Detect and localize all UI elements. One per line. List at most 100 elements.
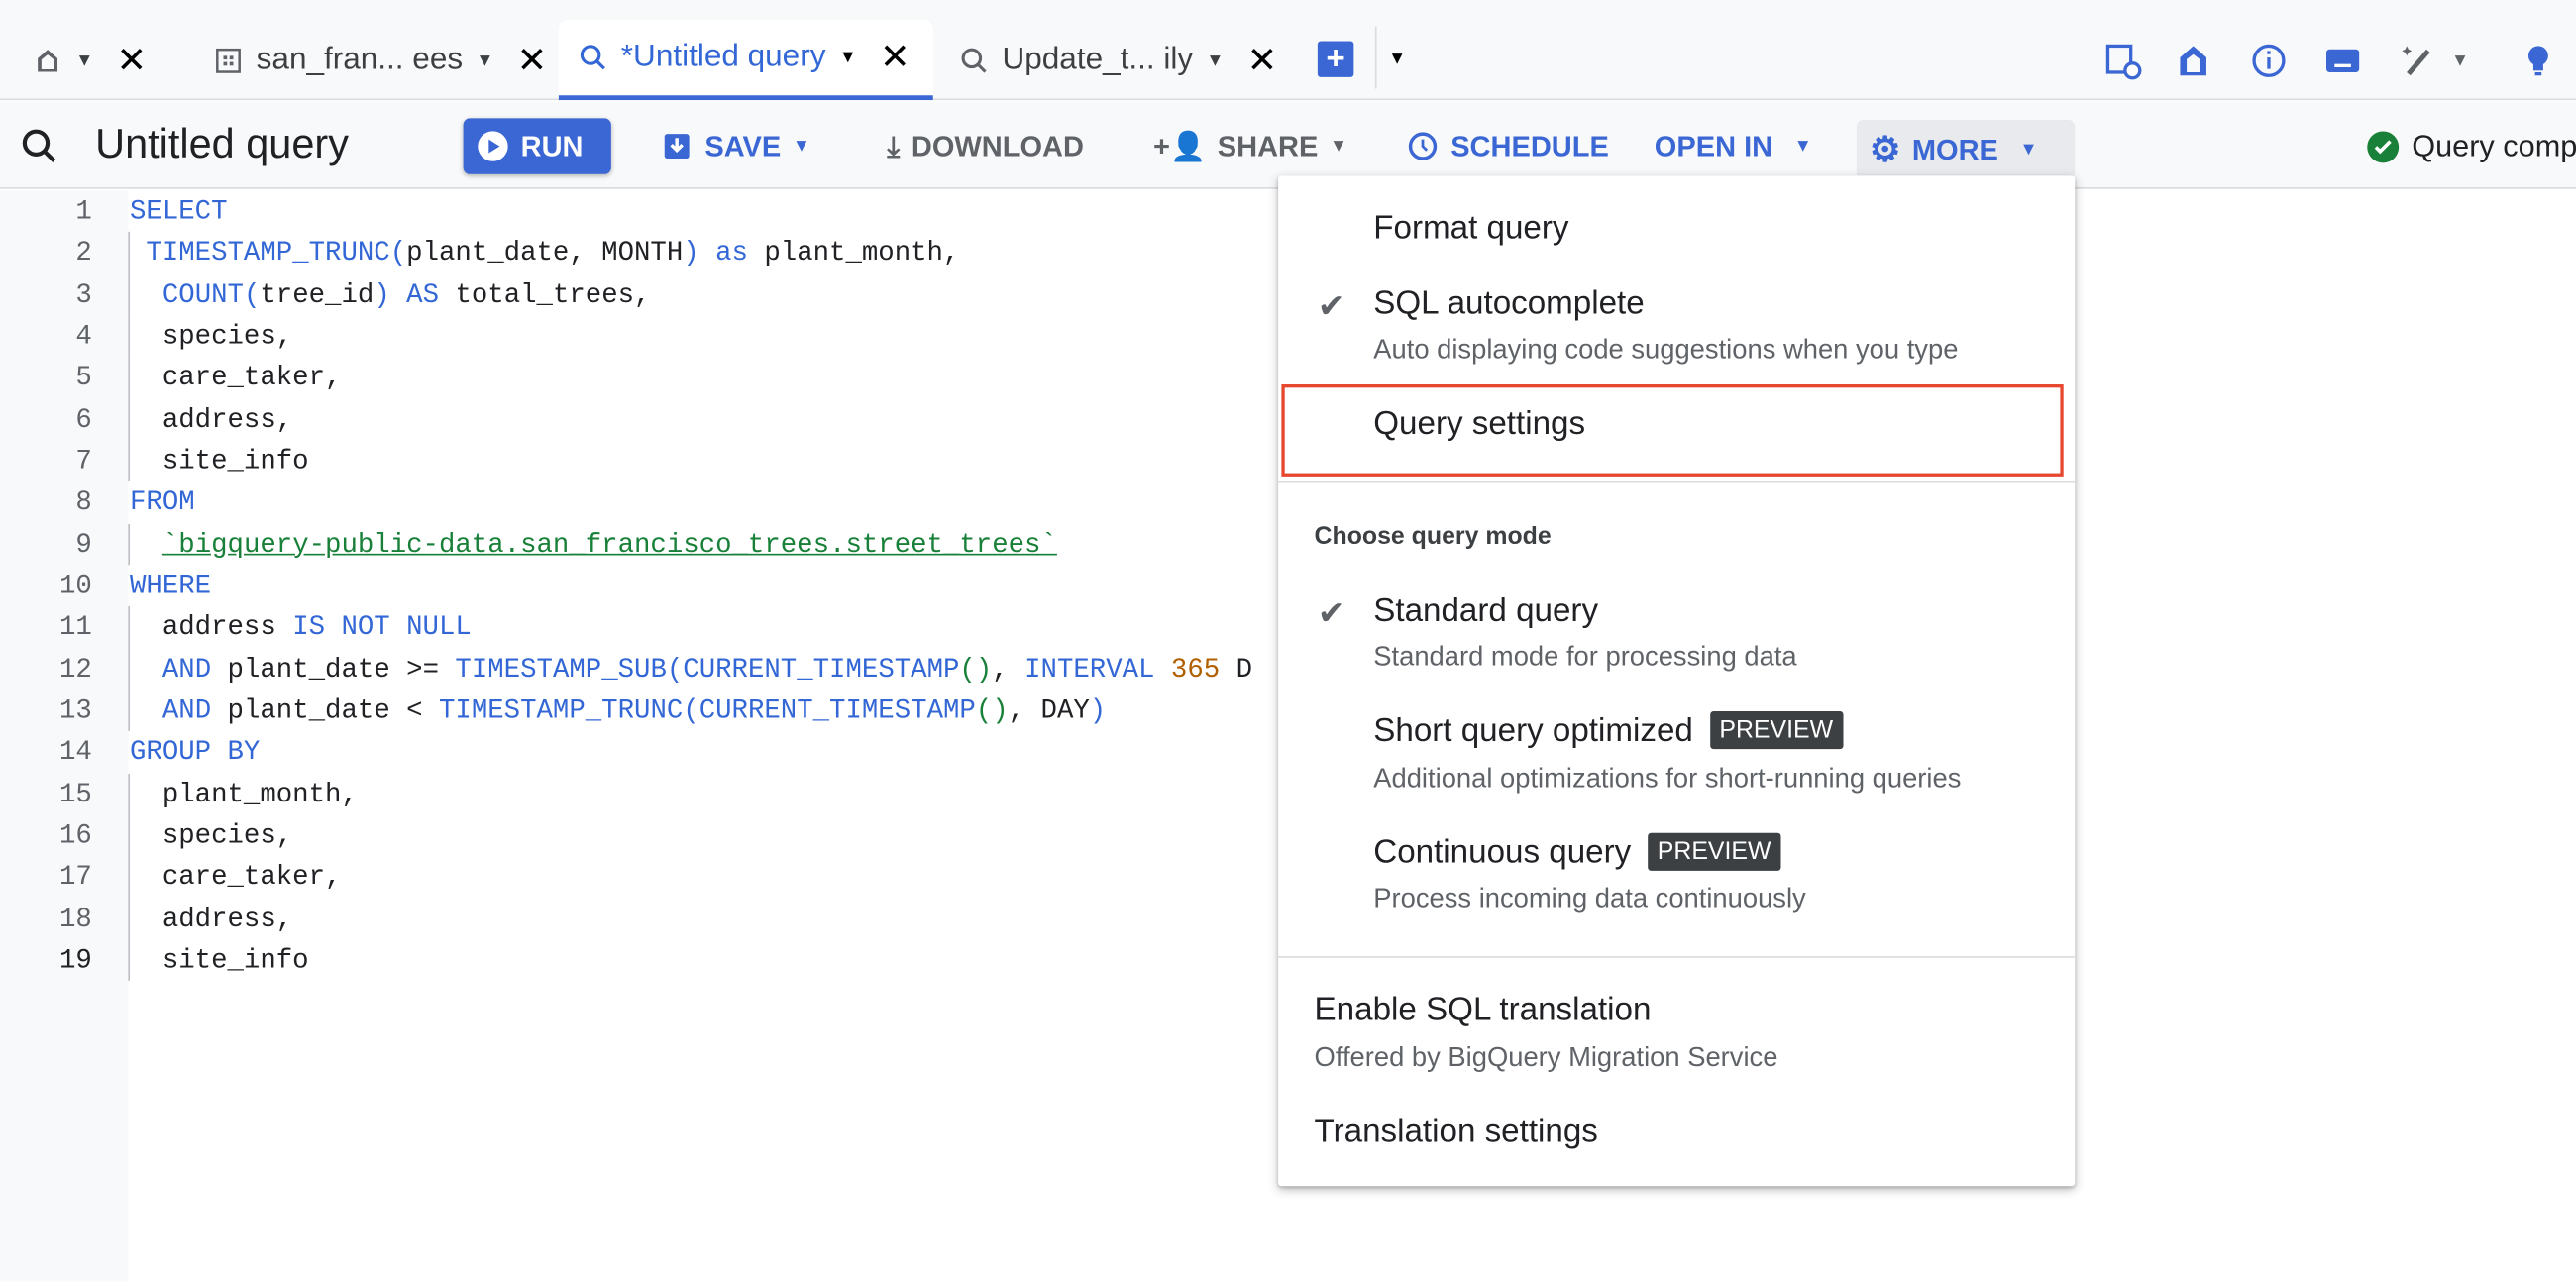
code-line[interactable]: 2 TIMESTAMP_TRUNC(plant_date, MONTH) as …	[0, 232, 1478, 274]
check-icon: ✔	[1317, 595, 1345, 633]
schedule-label: SCHEDULE	[1450, 129, 1609, 162]
code-token: GROUP BY	[129, 736, 261, 768]
tab-menu-icon[interactable]: ▼	[1206, 51, 1224, 70]
more-label: MORE	[1911, 132, 1998, 165]
code-token: IS NOT NULL	[292, 611, 472, 643]
menu-item-short-query[interactable]: Short query optimized PREVIEW	[1373, 711, 1844, 751]
close-tab-icon[interactable]: ✕	[117, 39, 148, 81]
divider	[1374, 26, 1377, 89]
more-button[interactable]: ⚙ MORE ▼	[1856, 120, 2076, 179]
tab-menu-icon[interactable]: ▼	[75, 51, 93, 70]
query-icon	[579, 43, 608, 72]
menu-section-header: Choose query mode	[1314, 522, 1552, 551]
run-button[interactable]: RUN	[463, 118, 611, 174]
menu-item-enable-sql-translation[interactable]: Enable SQL translation	[1315, 993, 1652, 1030]
menu-divider	[1278, 481, 2076, 483]
code-line[interactable]: 5 care_taker,	[0, 357, 1478, 399]
code-line[interactable]: 8 FROM	[0, 481, 1478, 523]
code-line[interactable]: 3 COUNT(tree_id) AS total_trees,	[0, 273, 1478, 316]
code-text: TIMESTAMP_TRUNC(plant_date, MONTH) as pl…	[130, 232, 959, 273]
ai-pen-icon[interactable]	[2399, 41, 2438, 80]
menu-item-standard-query[interactable]: Standard query	[1373, 593, 1598, 631]
home-icon[interactable]	[2174, 41, 2213, 80]
code-token: plant_month,	[764, 237, 960, 268]
code-line[interactable]: 6 address,	[0, 398, 1478, 441]
code-text: COUNT(tree_id) AS total_trees,	[130, 273, 651, 315]
code-token: COUNT(	[161, 278, 261, 310]
code-line[interactable]: 15 plant_month,	[0, 773, 1478, 815]
line-number: 1	[75, 195, 92, 227]
menu-item-translation-settings[interactable]: Translation settings	[1315, 1114, 1598, 1151]
tab-update-query[interactable]: Update_t... ily ▼ ✕	[939, 20, 1297, 100]
menu-item-query-settings[interactable]: Query settings	[1373, 406, 1585, 444]
code-text: AND plant_date >= TIMESTAMP_SUB(CURRENT_…	[130, 648, 1252, 690]
code-line[interactable]: 1 SELECT	[0, 190, 1478, 232]
code-line[interactable]: 11 address IS NOT NULL	[0, 606, 1478, 649]
download-button[interactable]: ⤓ DOWNLOAD	[874, 118, 1097, 173]
lightbulb-icon[interactable]	[2519, 41, 2558, 80]
code-line[interactable]: 4 species,	[0, 315, 1478, 358]
close-tab-icon[interactable]: ✕	[517, 39, 548, 81]
status-text: Query compl	[2412, 128, 2576, 163]
code-token: as	[698, 237, 765, 268]
menu-item-format-query[interactable]: Format query	[1373, 210, 1568, 248]
table-icon	[214, 46, 244, 75]
tab-untitled-query[interactable]: *Untitled query ▼ ✕	[558, 19, 933, 101]
close-tab-icon[interactable]: ✕	[880, 36, 911, 78]
menu-item-description: Standard mode for processing data	[1373, 642, 1797, 673]
menu-item-description: Additional optimizations for short-runni…	[1373, 764, 1962, 794]
play-icon	[477, 130, 509, 162]
new-tab-plus-icon[interactable]: +	[1317, 41, 1354, 77]
menu-item-continuous-query[interactable]: Continuous query PREVIEW	[1373, 832, 1781, 873]
close-tab-icon[interactable]: ✕	[1247, 39, 1278, 81]
schedule-button[interactable]: SCHEDULE	[1393, 118, 1622, 173]
code-token: AND	[161, 694, 212, 726]
menu-item-description: Offered by BigQuery Migration Service	[1314, 1042, 1778, 1073]
tab-menu-icon[interactable]: ▼	[839, 48, 857, 67]
ai-menu-icon[interactable]: ▼	[2451, 51, 2469, 70]
code-line[interactable]: 16 species,	[0, 814, 1478, 857]
info-icon[interactable]	[2249, 41, 2289, 80]
code-line[interactable]: 7 site_info	[0, 440, 1478, 482]
tab-menu-icon[interactable]: ▼	[476, 51, 493, 70]
open-in-button[interactable]: OPEN IN ▼	[1642, 118, 1825, 173]
code-text: care_taker,	[130, 357, 342, 398]
code-line[interactable]: 19 site_info	[0, 939, 1478, 982]
tabs-overflow-icon[interactable]: ▼	[1388, 50, 1406, 69]
line-number: 9	[75, 528, 92, 560]
code-line[interactable]: 9 `bigquery-public-data.san_francisco_tr…	[0, 523, 1478, 566]
code-token: address,	[129, 403, 293, 435]
line-number: 6	[75, 403, 92, 435]
code-text: species,	[130, 814, 292, 856]
line-number: 18	[59, 903, 92, 934]
line-number: 17	[59, 861, 92, 893]
line-number: 3	[75, 278, 92, 310]
menu-item-description: Auto displaying code suggestions when yo…	[1373, 335, 1959, 366]
code-token: TIMESTAMP_TRUNC(CURRENT_TIMESTAMP	[438, 694, 976, 726]
query-icon	[22, 129, 56, 162]
code-line[interactable]: 14 GROUP BY	[0, 731, 1478, 773]
code-token: )	[374, 278, 390, 310]
tab-home[interactable]: ▼ ✕	[13, 20, 166, 100]
download-icon: ⤓	[887, 129, 901, 162]
code-line[interactable]: 12 AND plant_date >= TIMESTAMP_SUB(CURRE…	[0, 648, 1478, 691]
code-line[interactable]: 17 care_taker,	[0, 856, 1478, 899]
share-button[interactable]: +👤 SHARE ▼	[1140, 118, 1360, 173]
tab-table[interactable]: san_fran... ees ▼ ✕	[194, 20, 567, 100]
tab-label: *Untitled query	[620, 39, 826, 74]
code-token: address,	[129, 903, 293, 934]
code-token: )	[683, 237, 699, 268]
keyboard-icon[interactable]	[2323, 41, 2363, 80]
scheduled-queries-icon[interactable]	[2102, 41, 2142, 80]
code-line[interactable]: 18 address,	[0, 898, 1478, 940]
save-button[interactable]: SAVE ▼	[647, 118, 823, 173]
code-line[interactable]: 13 AND plant_date < TIMESTAMP_TRUNC(CURR…	[0, 690, 1478, 732]
code-token: tree_id	[260, 278, 375, 310]
code-line[interactable]: 10 WHERE	[0, 565, 1478, 606]
menu-item-sql-autocomplete[interactable]: SQL autocomplete	[1373, 286, 1644, 324]
tab-label: san_fran... ees	[256, 42, 464, 77]
code-text: address,	[130, 898, 292, 939]
